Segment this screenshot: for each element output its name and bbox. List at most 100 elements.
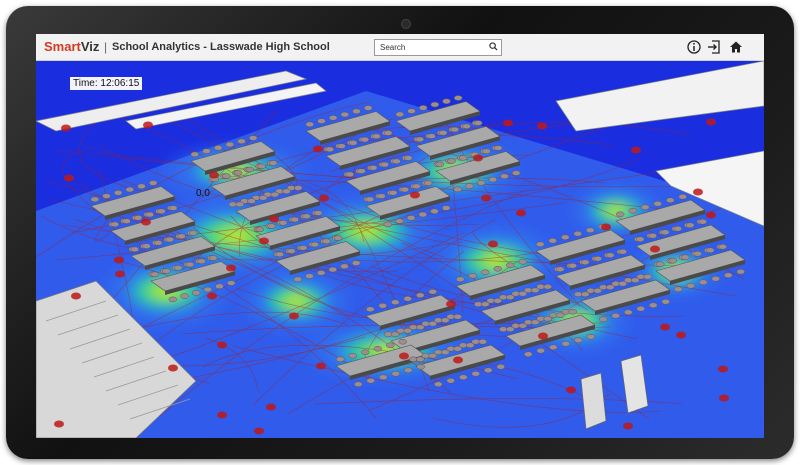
stool <box>222 173 231 179</box>
stool <box>668 258 677 264</box>
stool <box>150 271 160 278</box>
occupied-seat <box>503 119 513 127</box>
stool <box>352 108 361 115</box>
stool <box>113 190 123 196</box>
occupied-seat <box>217 411 227 419</box>
stool <box>718 244 727 250</box>
stool <box>337 143 346 149</box>
home-icon[interactable] <box>728 39 744 55</box>
search-input[interactable]: Search <box>374 39 502 56</box>
occupied-seat <box>141 218 151 226</box>
stool <box>496 364 505 370</box>
stool <box>581 291 590 297</box>
stool <box>561 234 570 240</box>
stool <box>328 266 338 273</box>
occupied-seat <box>64 174 74 182</box>
stool <box>336 356 345 362</box>
stool <box>606 284 615 290</box>
stool <box>305 121 315 128</box>
stool <box>403 328 412 334</box>
stool <box>466 342 475 348</box>
stool <box>383 130 393 136</box>
brand-logo: SmartViz <box>44 39 100 54</box>
stool <box>453 314 462 320</box>
occupied-seat <box>168 364 178 372</box>
stool <box>428 353 437 359</box>
stool <box>197 258 206 265</box>
stool <box>531 287 540 293</box>
stool <box>500 173 509 180</box>
stool <box>418 105 428 111</box>
stool <box>233 170 243 176</box>
occupied-seat <box>226 264 236 272</box>
stool <box>162 268 171 274</box>
occupied-seat <box>209 171 219 179</box>
stool <box>325 146 335 153</box>
stool <box>340 263 349 270</box>
stool <box>357 168 366 174</box>
stool <box>568 309 577 315</box>
stool <box>345 171 355 178</box>
occupied-seat <box>254 427 264 435</box>
stool <box>447 158 456 164</box>
stool <box>618 281 627 287</box>
stool <box>482 148 491 155</box>
occupied-seat <box>650 245 660 253</box>
stool <box>471 371 480 377</box>
stool <box>412 183 421 190</box>
stool <box>636 236 645 242</box>
stool <box>736 269 745 275</box>
stool <box>468 273 477 279</box>
title-separator: | <box>104 40 108 54</box>
occupied-seat <box>453 356 463 364</box>
search-icon[interactable] <box>489 42 498 51</box>
stool <box>428 289 437 295</box>
stool <box>391 371 400 377</box>
stool <box>407 108 416 114</box>
stool <box>122 218 131 224</box>
stool <box>148 180 158 186</box>
heatmap-3d-view[interactable]: 0,0 <box>36 61 764 438</box>
occupied-seat <box>446 300 456 308</box>
occupied-seat <box>481 194 491 202</box>
stool <box>524 351 533 357</box>
info-icon[interactable] <box>686 39 702 55</box>
stool <box>268 160 278 166</box>
stool <box>102 193 111 199</box>
stool <box>416 364 425 370</box>
stool <box>398 339 407 345</box>
occupied-seat <box>410 191 420 199</box>
stool <box>213 145 223 151</box>
stool <box>673 226 682 232</box>
stool <box>434 381 443 387</box>
stool <box>686 222 695 228</box>
stool <box>168 296 178 303</box>
exit-icon[interactable] <box>706 39 722 55</box>
stool <box>380 161 390 168</box>
stool <box>611 313 620 319</box>
stool <box>686 283 695 289</box>
stool <box>368 165 378 171</box>
occupied-seat <box>289 312 299 320</box>
stool <box>698 219 707 225</box>
search-placeholder: Search <box>380 43 406 52</box>
stool <box>518 291 527 297</box>
stool <box>137 183 146 190</box>
occupied-seat <box>706 211 716 219</box>
stool <box>354 381 363 387</box>
occupied-seat <box>207 292 217 300</box>
occupied-seat <box>623 422 633 430</box>
stool <box>302 213 311 220</box>
stool <box>618 249 627 255</box>
stool <box>202 148 211 154</box>
stool <box>110 221 120 228</box>
stool <box>706 247 715 253</box>
stool <box>377 193 386 199</box>
stool <box>518 323 527 329</box>
stool <box>459 374 468 380</box>
stool <box>661 229 670 235</box>
stool <box>290 216 300 223</box>
stool <box>403 155 413 161</box>
stool <box>484 367 493 373</box>
stool <box>681 254 690 260</box>
